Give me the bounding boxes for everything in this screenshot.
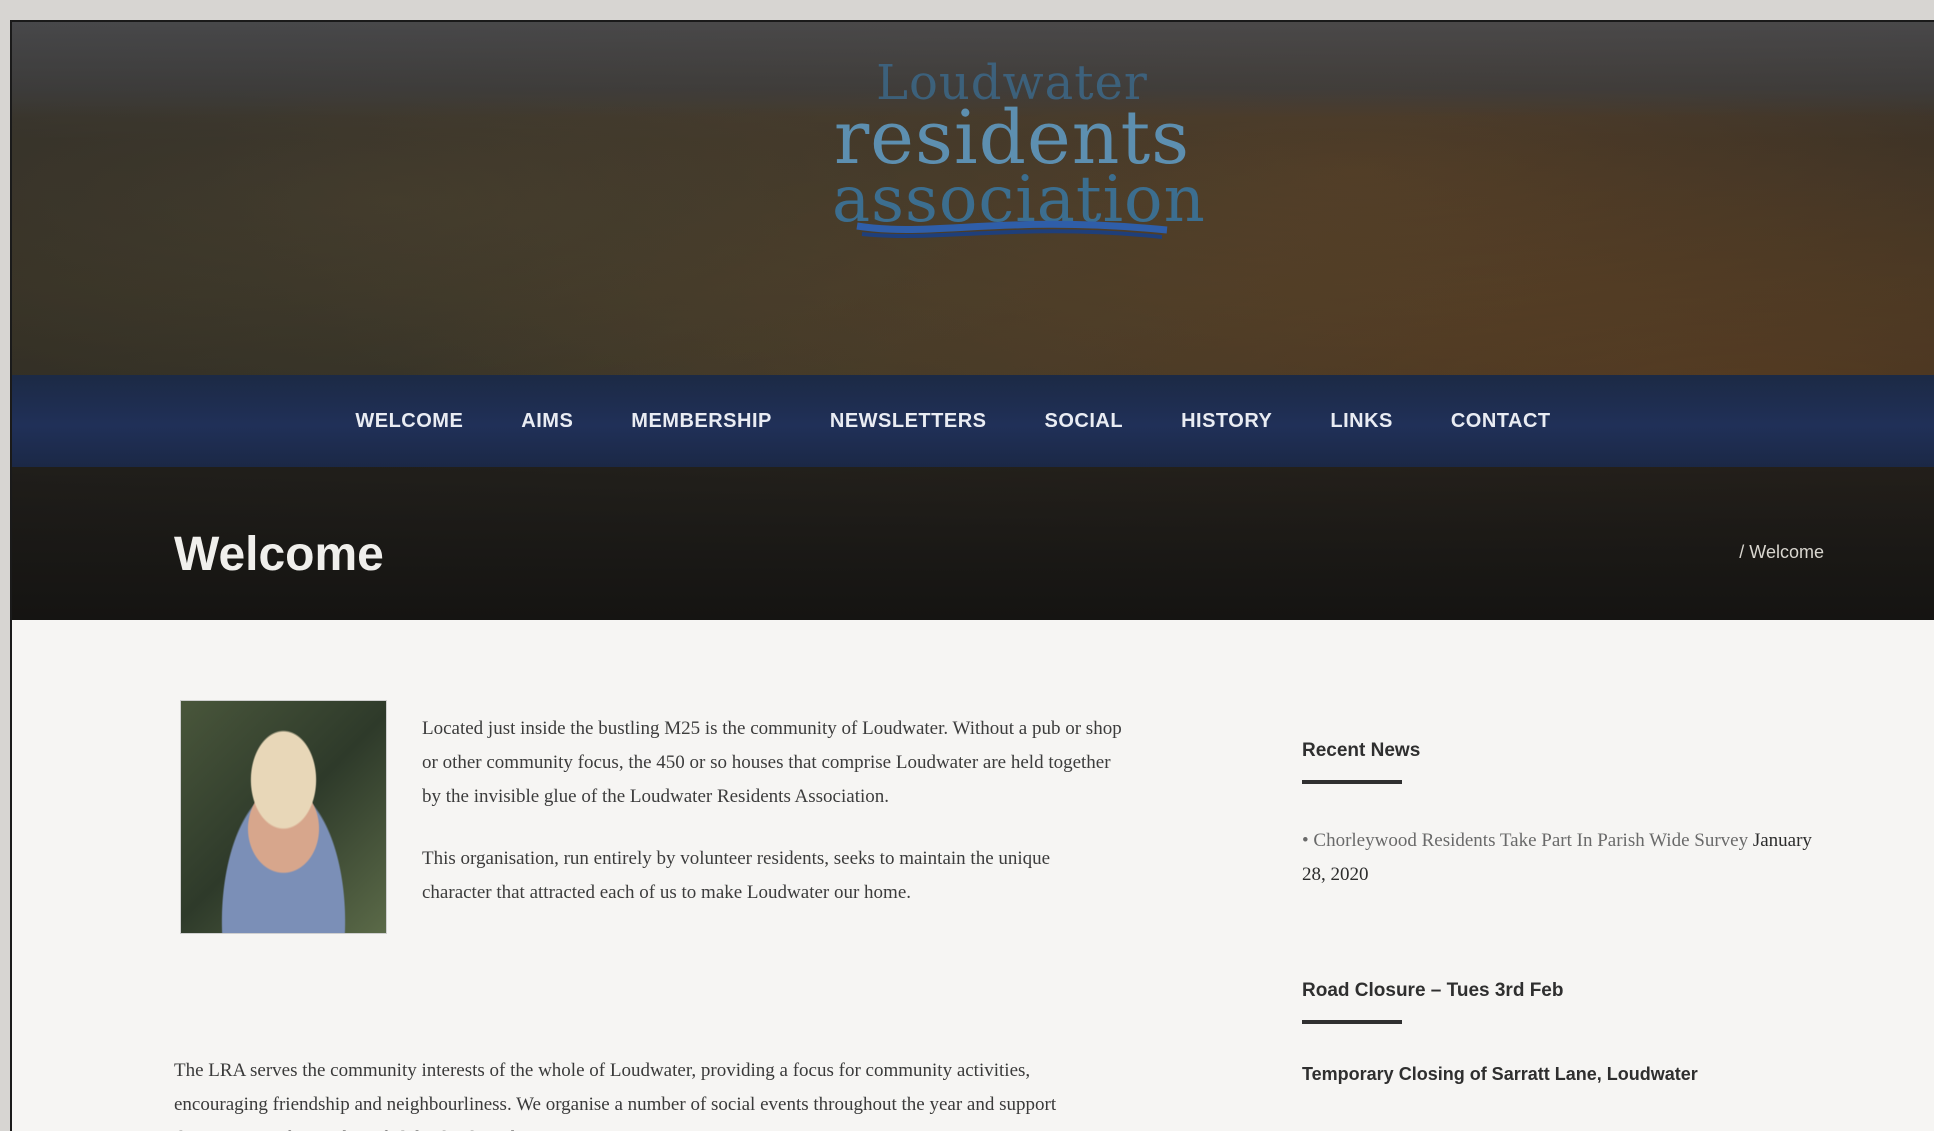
intro-paragraph-3: The LRA serves the community interests o… — [174, 1060, 1057, 1131]
site-logo[interactable]: Loudwater residents association — [832, 55, 1205, 252]
intro-text: Located just inside the bustling M25 is … — [422, 712, 1122, 938]
list-item: • Chorleywood Residents Take Part In Par… — [1302, 824, 1822, 892]
news-link[interactable]: Chorleywood Residents Take Part In Paris… — [1313, 830, 1748, 851]
nav-links[interactable]: LINKS — [1330, 410, 1393, 433]
breadcrumb[interactable]: / Welcome — [1739, 542, 1824, 563]
nav-contact[interactable]: CONTACT — [1451, 410, 1551, 433]
main-nav: WELCOME AIMS MEMBERSHIP NEWSLETTERS SOCI… — [12, 375, 1934, 467]
recent-news-title: Recent News — [1302, 740, 1421, 761]
road-closure-title: Road Closure – Tues 3rd Feb — [1302, 980, 1564, 1001]
nav-welcome[interactable]: WELCOME — [355, 410, 463, 433]
page-title: Welcome — [174, 528, 384, 581]
title-underline — [1302, 780, 1402, 784]
nav-history[interactable]: HISTORY — [1181, 410, 1272, 433]
browser-screen: Loudwater residents association WELCOME … — [12, 22, 1934, 1131]
intro-paragraph-2: This organisation, run entirely by volun… — [422, 848, 1051, 903]
nav-membership[interactable]: MEMBERSHIP — [631, 410, 772, 433]
intro-paragraph-1: Located just inside the bustling M25 is … — [422, 718, 1122, 807]
nav-social[interactable]: SOCIAL — [1045, 410, 1124, 433]
road-closure-snippet[interactable]: Temporary Closing of Sarratt Lane, Loudw… — [1302, 1064, 1822, 1085]
avatar — [180, 700, 387, 934]
nav-aims[interactable]: AIMS — [521, 410, 573, 433]
logo-line-1: Loudwater — [876, 55, 1148, 111]
nav-newsletters[interactable]: NEWSLETTERS — [830, 410, 987, 433]
logo-wave-icon — [856, 220, 1168, 239]
logo-line-2: residents — [833, 95, 1191, 182]
title-underline — [1302, 1020, 1402, 1024]
bullet-icon: • — [1302, 830, 1314, 851]
sidebar: Recent News • Chorleywood Residents Take… — [1302, 740, 1822, 1085]
